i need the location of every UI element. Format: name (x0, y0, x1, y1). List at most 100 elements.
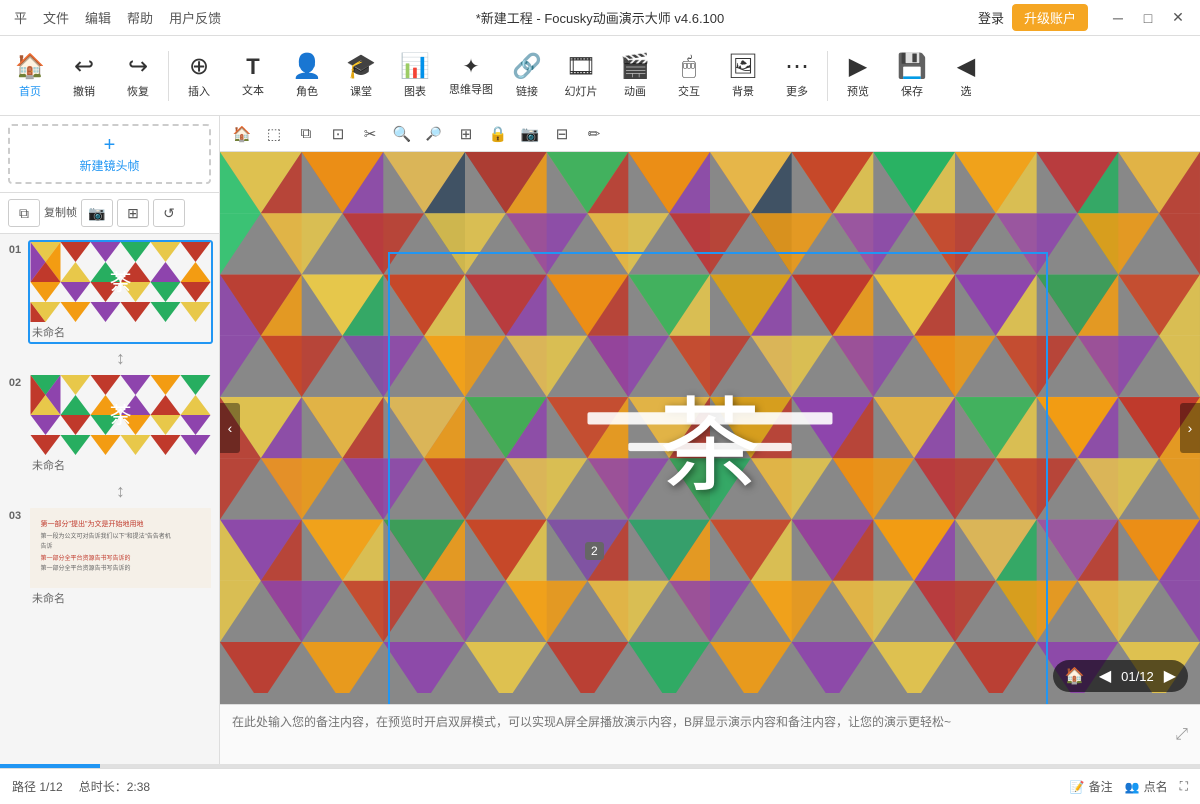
canvas-lock-btn[interactable]: 🔒 (484, 120, 512, 148)
toolbar-interact-label: 交互 (678, 83, 700, 99)
title-right-btns: 登录 升级账户 ─ □ ✕ (978, 4, 1192, 32)
rotate-button[interactable]: ↺ (153, 199, 185, 227)
canvas-zoom-out-btn[interactable]: 🔎 (420, 120, 448, 148)
note-icon: 📝 (1070, 780, 1085, 794)
window-controls[interactable]: ─ □ ✕ (1104, 4, 1192, 32)
toolbar-select[interactable]: ◀ 选 (940, 40, 992, 112)
slide-number-1: 01 (6, 240, 24, 256)
canvas-navigation: 🏠 ◀ 01/12 ▶ (1053, 660, 1188, 692)
canvas-background: 茶 (220, 152, 1200, 693)
slide-thumb-2[interactable]: 茶 未命名 (28, 373, 213, 477)
fullscreen-button[interactable]: ⛶ (1180, 779, 1188, 794)
canvas-progress: 01/12 (1121, 669, 1154, 684)
canvas-frame-btn[interactable]: ⬚ (260, 120, 288, 148)
minimize-button[interactable]: ─ (1104, 4, 1132, 32)
canvas-home-nav-btn[interactable]: 🏠 (1061, 664, 1089, 688)
toolbar-link[interactable]: 🔗 链接 (501, 40, 553, 112)
copy-frame-label[interactable]: 复制帧 (44, 199, 77, 227)
insert-icon: ⊕ (189, 52, 209, 81)
toolbar-undo[interactable]: ↩ 撤销 (58, 40, 110, 112)
canvas-layer-btn[interactable]: ⊟ (548, 120, 576, 148)
canvas-copy-btn[interactable]: ⧉ (292, 120, 320, 148)
role-icon: 👤 (292, 52, 322, 81)
name-icon: 👥 (1125, 780, 1140, 794)
copy-icon: ⧉ (19, 205, 29, 222)
slide-preview-1: 茶 (30, 242, 211, 322)
camera-icon: 📷 (88, 205, 105, 222)
toolbar-chart-label: 图表 (404, 83, 426, 99)
save-icon: 💾 (897, 52, 927, 81)
notes-expand-button[interactable]: ⤢ (1175, 726, 1188, 744)
svg-text:第一段为公文可对告诉我们以下"和提法"告告者机: 第一段为公文可对告诉我们以下"和提法"告告者机 (41, 532, 171, 540)
link-icon: 🔗 (512, 52, 542, 81)
menu-edit[interactable]: 编辑 (79, 6, 117, 29)
menu-bar[interactable]: 平 文件 编辑 帮助 用户反馈 (8, 6, 227, 29)
upgrade-button[interactable]: 升级账户 (1012, 4, 1088, 31)
notes-area: ⤢ (220, 704, 1200, 764)
toolbar-slide-label: 幻灯片 (565, 83, 598, 99)
menu-ping[interactable]: 平 (8, 6, 33, 29)
login-button[interactable]: 登录 (978, 8, 1004, 27)
new-frame-button[interactable]: + 新建镜头帧 (8, 124, 211, 184)
toolbar-mindmap[interactable]: ✦ 思维导图 (443, 40, 499, 112)
slide-thumb-3[interactable]: 第一部分"提出"为文是开始地用地 第一段为公文可对告诉我们以下"和提法"告告者机… (28, 506, 213, 610)
more-icon: ⋯ (785, 52, 809, 81)
canvas-photo-btn[interactable]: 📷 (516, 120, 544, 148)
canvas-edit-btn[interactable]: ✏ (580, 120, 608, 148)
slide-thumb-1[interactable]: 茶 未命名 (28, 240, 213, 344)
canvas-delete-btn[interactable]: ⊡ (324, 120, 352, 148)
canvas-fit-btn[interactable]: ⊞ (452, 120, 480, 148)
name-button[interactable]: 👥 点名 (1125, 778, 1168, 795)
select-icon: ◀ (957, 52, 975, 81)
right-collapse-button[interactable]: › (1180, 403, 1200, 453)
note-button[interactable]: 📝 备注 (1070, 778, 1113, 795)
camera-button[interactable]: 📷 (81, 199, 113, 227)
toolbar-redo[interactable]: ↪ 恢复 (112, 40, 164, 112)
toolbar-divider-1 (168, 51, 169, 101)
canvas-next-btn[interactable]: ▶ (1160, 664, 1180, 688)
toolbar-home[interactable]: 🏠 首页 (4, 40, 56, 112)
slide-item-1: 01 (6, 240, 213, 344)
canvas-zoom-in-btn[interactable]: 🔍 (388, 120, 416, 148)
svg-text:茶: 茶 (109, 270, 131, 295)
connector-2: ↕ (28, 481, 213, 502)
toolbar-slide[interactable]: 🎞 幻灯片 (555, 40, 607, 112)
toolbar-bg[interactable]: 🖼 背景 (717, 40, 769, 112)
close-button[interactable]: ✕ (1164, 4, 1192, 32)
toolbar-class[interactable]: 🎓 课堂 (335, 40, 387, 112)
menu-file[interactable]: 文件 (37, 6, 75, 29)
toolbar-bg-label: 背景 (732, 83, 754, 99)
toolbar-interact[interactable]: 🖱 交互 (663, 40, 715, 112)
toolbar-divider-2 (827, 51, 828, 101)
grid-icon: ⊞ (127, 205, 139, 222)
canvas-home-btn[interactable]: 🏠 (228, 120, 256, 148)
toolbar-home-label: 首页 (19, 83, 41, 99)
maximize-button[interactable]: □ (1134, 4, 1162, 32)
copy-frame-button[interactable]: ⧉ (8, 199, 40, 227)
menu-help[interactable]: 帮助 (121, 6, 159, 29)
toolbar-role[interactable]: 👤 角色 (281, 40, 333, 112)
svg-text:告诉: 告诉 (41, 542, 53, 550)
canvas-prev-btn[interactable]: ◀ (1095, 664, 1115, 688)
toolbar-animation[interactable]: 🎬 动画 (609, 40, 661, 112)
toolbar-save[interactable]: 💾 保存 (886, 40, 938, 112)
left-collapse-button[interactable]: ‹ (220, 403, 240, 453)
canvas-cut-btn[interactable]: ✂ (356, 120, 384, 148)
canvas-wrapper[interactable]: 茶 2 ‹ › 🏠 ◀ 01/12 ▶ (220, 152, 1200, 704)
notes-input[interactable] (232, 713, 1167, 756)
mindmap-icon: ✦ (463, 54, 480, 79)
menu-feedback[interactable]: 用户反馈 (163, 6, 227, 29)
slide-item-3: 03 第一部分"提出"为文是开始地用地 第一段为公文可对告诉我们以下"和提法"告… (6, 506, 213, 610)
canvas-area: 🏠 ⬚ ⧉ ⊡ ✂ 🔍 🔎 ⊞ 🔒 📷 ⊟ ✏ (220, 116, 1200, 764)
class-icon: 🎓 (346, 52, 376, 81)
grid-button[interactable]: ⊞ (117, 199, 149, 227)
toolbar-chart[interactable]: 📊 图表 (389, 40, 441, 112)
fullscreen-icon: ⛶ (1180, 779, 1188, 794)
toolbar-text[interactable]: T 文本 (227, 40, 279, 112)
toolbar-more[interactable]: ⋯ 更多 (771, 40, 823, 112)
connector-1: ↕ (28, 348, 213, 369)
toolbar-preview[interactable]: ▶ 预览 (832, 40, 884, 112)
sidebar: + 新建镜头帧 ⧉ 复制帧 📷 ⊞ ↺ 01 (0, 116, 220, 764)
rotate-icon: ↺ (163, 205, 175, 222)
toolbar-insert[interactable]: ⊕ 插入 (173, 40, 225, 112)
